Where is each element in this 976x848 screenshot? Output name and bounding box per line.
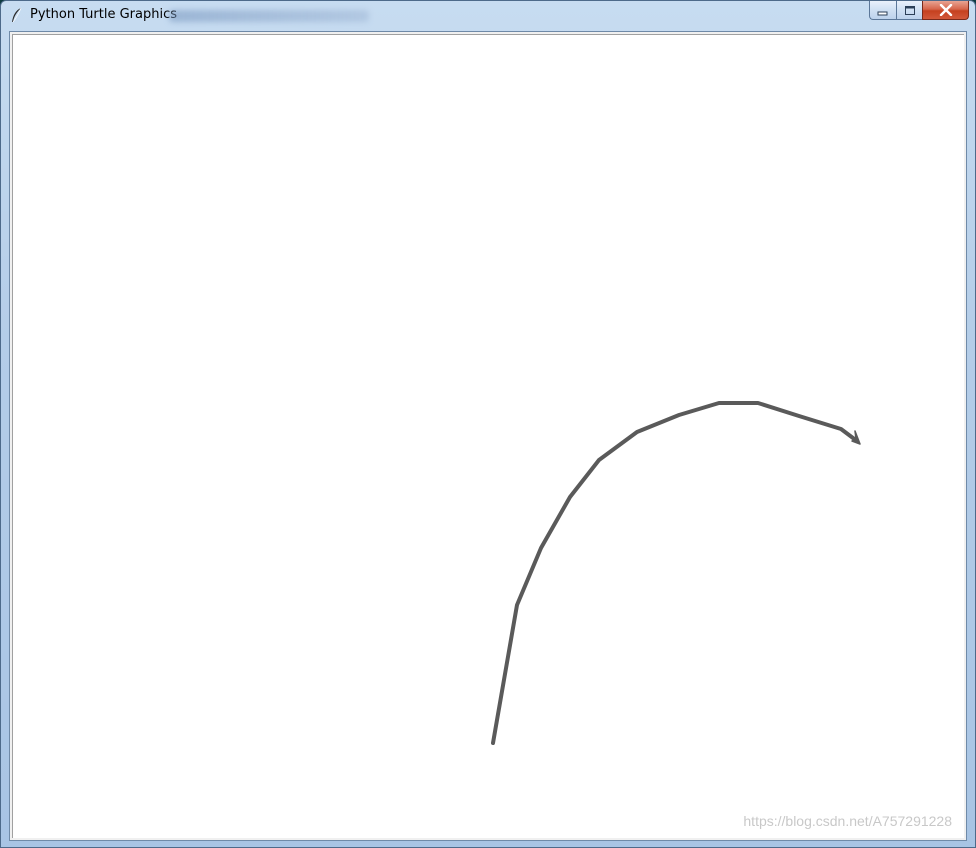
turtle-window: Python Turtle Graphics https://blog.csdn… [0,0,976,848]
minimize-icon [877,1,889,20]
maximize-button[interactable] [896,1,922,20]
maximize-icon [904,1,916,20]
window-title: Python Turtle Graphics [30,7,177,22]
close-icon [939,1,953,20]
caption-buttons [869,1,969,21]
minimize-button[interactable] [869,1,896,20]
blurred-title-path [169,10,369,22]
client-area: https://blog.csdn.net/A757291228 [9,31,967,841]
feather-icon[interactable] [10,7,24,24]
drawing-surface [491,401,861,745]
close-button[interactable] [922,1,969,20]
watermark: https://blog.csdn.net/A757291228 [743,813,952,829]
turtle-path [491,401,859,745]
turtle-canvas[interactable]: https://blog.csdn.net/A757291228 [12,34,964,838]
title-bar[interactable]: Python Turtle Graphics [1,1,975,30]
